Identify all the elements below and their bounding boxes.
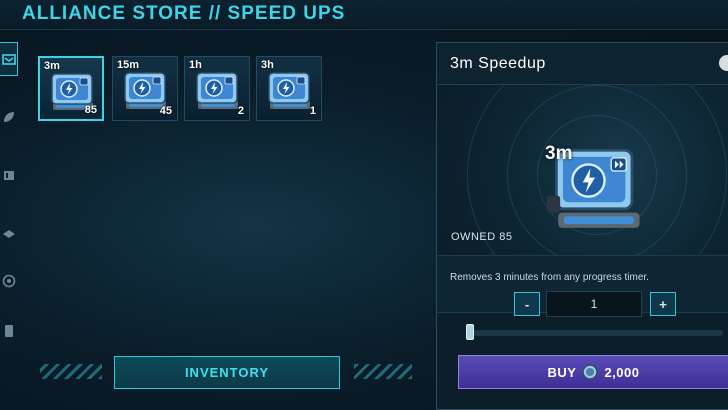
nav-leaf[interactable] [0,100,18,134]
store-item-card[interactable]: 3m 85 [38,56,104,121]
left-nav [0,42,22,410]
item-duration-label: 3h [261,59,274,71]
slider-handle[interactable] [466,324,474,340]
item-description: Removes 3 minutes from any progress time… [450,272,649,283]
speedup-chest-icon [268,72,310,109]
store-box-icon [1,54,16,65]
inventory-button[interactable]: INVENTORY [114,356,340,389]
nav-scroll[interactable] [0,314,18,348]
blocks-icon [3,230,15,238]
nav-store-box[interactable] [0,42,18,76]
page-title: ALLIANCE STORE // SPEED UPS [22,3,346,24]
item-duration-label: 1h [189,59,202,71]
item-preview: 3m OWNED 85 [437,85,728,255]
store-item-card[interactable]: 3h 1 [256,56,322,121]
price-value: 2,000 [604,364,640,380]
panel-header: 3m Speedup [437,43,728,85]
item-quantity: 1 [309,105,316,117]
crate-icon [4,171,14,180]
decorative-stripes-left [40,364,102,379]
nav-blocks[interactable] [0,216,18,250]
alliance-coin-icon [582,364,599,380]
item-quantity: 2 [237,105,244,117]
buy-button[interactable]: BUY 2,000 [458,355,728,389]
scroll-icon [5,325,13,337]
quantity-slider[interactable] [468,330,723,336]
store-item-card[interactable]: 15m 45 [112,56,178,121]
leaf-icon [4,112,14,122]
item-quantity: 45 [159,105,172,117]
speedup-chest-icon [196,72,238,109]
decorative-stripes-right [354,364,412,379]
store-item-card[interactable]: 1h 2 [184,56,250,121]
top-bar: ALLIANCE STORE // SPEED UPS [0,0,728,30]
nav-target[interactable] [0,264,18,298]
item-duration-label: 15m [117,59,140,71]
nav-crate[interactable] [0,158,18,192]
info-icon[interactable] [719,55,728,71]
owned-count: OWNED 85 [451,231,513,243]
item-duration-tag: 3m [545,143,573,164]
item-quantity: 85 [84,104,97,116]
quantity-input[interactable]: 1 [546,291,642,317]
decrement-button[interactable]: - [514,292,540,316]
increment-button[interactable]: + [650,292,676,316]
target-icon [2,274,16,288]
buy-label: BUY [547,364,577,380]
item-title: 3m Speedup [450,55,546,72]
item-duration-label: 3m [44,60,60,72]
